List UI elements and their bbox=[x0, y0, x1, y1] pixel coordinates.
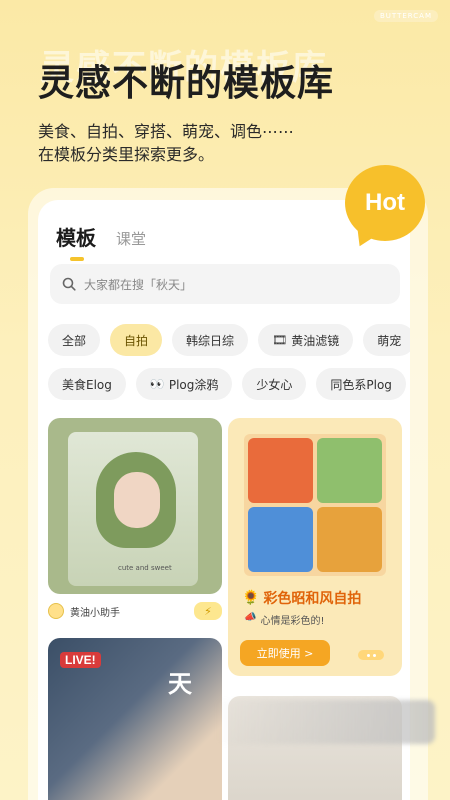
film-icon: 🎞 bbox=[272, 333, 288, 347]
sunflower-icon: 🌻 bbox=[242, 590, 260, 606]
chip-label: 萌宠 bbox=[377, 333, 402, 348]
chip-label: 同色系Plog bbox=[330, 377, 392, 392]
search-placeholder: 大家都在搜「秋天」 bbox=[84, 277, 193, 292]
watermark-blur bbox=[215, 700, 435, 744]
face-shape bbox=[114, 472, 160, 528]
tile-b-title: 彩色昭和风自拍 bbox=[263, 591, 362, 607]
photo-caption: cute and sweet bbox=[118, 564, 172, 572]
collage-photo bbox=[248, 507, 313, 572]
tab-classroom[interactable]: 课堂 bbox=[116, 228, 146, 251]
avatar bbox=[48, 603, 64, 619]
tile-b-subtitle: 心情是彩色的! bbox=[260, 616, 325, 627]
subline-2: 在模板分类里探索更多。 bbox=[38, 145, 215, 164]
brand-watermark: BUTTERCAM bbox=[373, 10, 438, 22]
subline-1: 美食、自拍、穿搭、萌宠、调色⋯⋯ bbox=[38, 122, 295, 141]
collage-photo bbox=[248, 438, 313, 503]
more-icon[interactable] bbox=[358, 650, 384, 660]
hot-label: Hot bbox=[345, 165, 425, 241]
chip-selfie[interactable]: 自拍 bbox=[110, 324, 163, 356]
chip-label: 黄油滤镜 bbox=[291, 333, 340, 348]
chip-row-1: 全部 自拍 韩综日综 🎞 黄油滤镜 萌宠 bbox=[48, 324, 410, 356]
template-tile-live[interactable]: LIVE! 天 bbox=[48, 638, 222, 800]
photo-collage bbox=[244, 434, 386, 576]
tile-a-meta: 黄油小助手 ⚡ bbox=[48, 600, 222, 622]
headline: 灵感不断的模板库 bbox=[38, 63, 335, 104]
tile-b-title-row: 🌻 彩色昭和风自拍 bbox=[242, 588, 361, 608]
chip-label: 韩综日综 bbox=[186, 333, 235, 348]
live-badge: LIVE! bbox=[60, 652, 101, 668]
search-icon bbox=[62, 277, 76, 291]
chip-girly[interactable]: 少女心 bbox=[242, 368, 307, 400]
collage-photo bbox=[317, 507, 382, 572]
collage-photo bbox=[317, 438, 382, 503]
chip-label: Plog涂鸦 bbox=[168, 377, 219, 392]
hot-badge: Hot bbox=[345, 165, 425, 251]
search-input[interactable]: 大家都在搜「秋天」 bbox=[50, 264, 400, 304]
author-name: 黄油小助手 bbox=[70, 607, 120, 619]
chip-variety[interactable]: 韩综日综 bbox=[172, 324, 249, 356]
sky-char: 天 bbox=[168, 670, 192, 698]
chip-label: 少女心 bbox=[256, 377, 293, 392]
chip-pets[interactable]: 萌宠 bbox=[363, 324, 410, 356]
chip-food-elog[interactable]: 美食Elog bbox=[48, 368, 126, 400]
template-tile-green-hoodie[interactable]: cute and sweet bbox=[48, 418, 222, 594]
tile-b-subtitle-row: 📣 心情是彩色的! bbox=[244, 612, 324, 627]
chip-label: 美食Elog bbox=[62, 377, 112, 392]
tab-templates[interactable]: 模板 bbox=[56, 222, 96, 261]
chip-label: 全部 bbox=[62, 333, 87, 348]
megaphone-icon: 📣 bbox=[244, 612, 257, 623]
chip-butter-filter[interactable]: 🎞 黄油滤镜 bbox=[258, 324, 354, 356]
template-tile-showa[interactable]: 🌻 彩色昭和风自拍 📣 心情是彩色的! 立即使用 > bbox=[228, 418, 402, 676]
eyes-icon: 👀 bbox=[149, 377, 165, 391]
use-now-button[interactable]: 立即使用 > bbox=[240, 640, 330, 666]
lightning-icon[interactable]: ⚡ bbox=[194, 602, 222, 620]
chip-plog-doodle[interactable]: 👀 Plog涂鸦 bbox=[135, 368, 233, 400]
chip-label: 自拍 bbox=[124, 333, 149, 348]
chip-row-2: 美食Elog 👀 Plog涂鸦 少女心 同色系Plog bbox=[48, 368, 406, 400]
tab-bar: 模板 课堂 bbox=[56, 222, 146, 261]
chip-same-color-plog[interactable]: 同色系Plog bbox=[316, 368, 406, 400]
chip-all[interactable]: 全部 bbox=[48, 324, 101, 356]
